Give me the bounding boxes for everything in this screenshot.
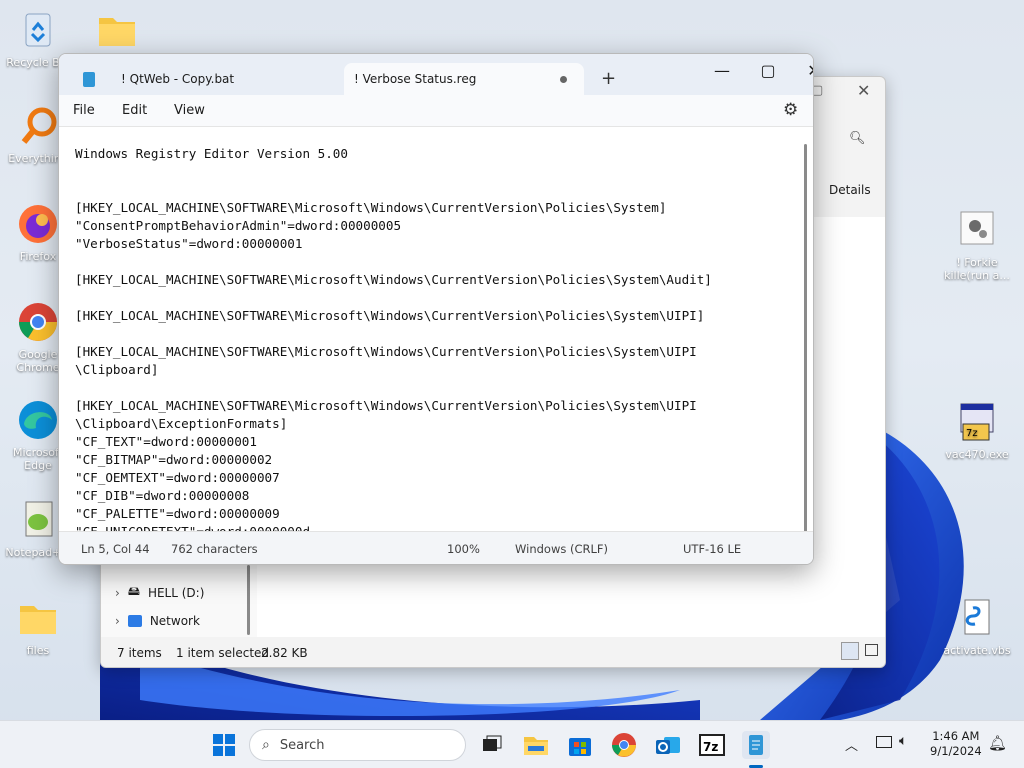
desktop-icon-folder-top[interactable]: [84, 8, 150, 56]
notepad-menu-bar: File Edit View ⚙: [59, 95, 813, 127]
network-status-icon[interactable]: [876, 736, 892, 748]
cursor-position[interactable]: Ln 5, Col 44: [81, 542, 150, 556]
search-icon: ⌕: [262, 737, 270, 753]
task-view-icon[interactable]: [478, 731, 506, 759]
taskbar-search-box[interactable]: ⌕ Search: [249, 729, 466, 761]
minimize-button[interactable]: —: [699, 54, 745, 86]
tab-qtweb-copy-bat[interactable]: ! QtWeb - Copy.bat: [69, 63, 345, 95]
svg-text:7z: 7z: [966, 428, 978, 439]
notepad-taskbar-icon[interactable]: [742, 731, 770, 759]
editor-content[interactable]: Windows Registry Editor Version 5.00 [HK…: [75, 145, 712, 533]
settings-gear-icon[interactable]: ⚙: [783, 100, 798, 120]
file-explorer-taskbar-icon[interactable]: [522, 731, 550, 759]
new-tab-button[interactable]: +: [601, 68, 616, 89]
clock-date: 9/1/2024: [930, 744, 982, 758]
everything-search-icon: [16, 104, 60, 148]
clock-time: 1:46 AM: [932, 729, 980, 743]
folder-icon: [95, 8, 139, 52]
editor-scrollbar[interactable]: [804, 144, 807, 534]
maximize-button[interactable]: ▢: [745, 54, 791, 86]
nav-item-drive-d[interactable]: › 🖴︎ HELL (D:): [115, 582, 204, 603]
chevron-up-icon[interactable]: ︿: [845, 735, 858, 754]
explorer-close-button[interactable]: ✕: [857, 81, 881, 105]
tiles-view-icon[interactable]: [865, 644, 878, 656]
explorer-status-bar: 7 items 1 item selected 2.82 KB: [101, 637, 885, 667]
selection-count: 1 item selected: [176, 646, 270, 660]
chevron-right-icon: ›: [115, 585, 120, 600]
drive-icon: 🖴︎: [127, 584, 140, 598]
selection-size: 2.82 KB: [261, 646, 308, 660]
network-icon: [127, 615, 142, 627]
menu-edit[interactable]: Edit: [122, 103, 147, 118]
menu-file[interactable]: File: [73, 103, 95, 118]
details-pane-icon: [813, 184, 823, 196]
unsaved-dot-icon[interactable]: [560, 76, 567, 83]
folder-icon: [16, 596, 60, 640]
desktop-icon-files[interactable]: files: [5, 596, 71, 657]
firefox-icon: [16, 202, 60, 246]
notepad-file-icon: [83, 71, 95, 87]
chrome-taskbar-icon[interactable]: [610, 731, 638, 759]
taskbar: ⌕ Search 7z ︿ 🔈︎ 1:46 AM 9/1/2024 🔔︎: [0, 720, 1024, 768]
notepad-status-bar: Ln 5, Col 44 762 characters 100% Windows…: [59, 531, 813, 564]
menu-view[interactable]: View: [174, 103, 205, 118]
settings-file-icon: [955, 208, 999, 252]
notification-bell-icon[interactable]: 🔔︎: [988, 734, 1007, 752]
recycle-bin-icon: [16, 8, 60, 52]
details-view-icon[interactable]: [841, 642, 859, 660]
chevron-right-icon: ›: [115, 614, 120, 628]
desktop-icon-activate[interactable]: activate.vbs: [940, 596, 1014, 657]
explorer-details-button[interactable]: Details: [813, 183, 871, 197]
7zip-icon[interactable]: 7z: [698, 731, 726, 759]
edge-icon: [16, 398, 60, 442]
nav-item-network[interactable]: › Network: [115, 614, 200, 628]
explorer-nav-scrollbar[interactable]: [247, 565, 250, 635]
close-button[interactable]: ✕: [791, 54, 813, 86]
notepadpp-icon: [16, 498, 60, 542]
outlook-icon[interactable]: [654, 731, 682, 759]
volume-icon[interactable]: 🔈︎: [899, 733, 907, 749]
explorer-search-icon[interactable]: 🔍︎: [849, 131, 866, 146]
installer-icon: 7z: [955, 400, 999, 444]
line-ending[interactable]: Windows (CRLF): [515, 542, 608, 556]
text-editor[interactable]: Windows Registry Editor Version 5.00 [HK…: [59, 127, 813, 533]
microsoft-store-icon[interactable]: [566, 731, 594, 759]
character-count: 762 characters: [171, 542, 258, 556]
svg-text:7z: 7z: [703, 740, 718, 754]
zoom-level[interactable]: 100%: [447, 542, 480, 556]
explorer-maximize-button[interactable]: ▢: [811, 83, 841, 105]
item-count: 7 items: [117, 646, 162, 660]
chrome-icon: [16, 300, 60, 344]
start-button[interactable]: [210, 731, 238, 759]
script-icon: [955, 596, 999, 640]
desktop-icon-vac470[interactable]: 7z vac470.exe: [940, 400, 1014, 461]
desktop-icon-forkie[interactable]: ! Forkie kille(run a...: [940, 208, 1014, 282]
taskbar-clock[interactable]: 1:46 AM 9/1/2024: [930, 729, 982, 759]
notepad-tab-bar: ! QtWeb - Copy.bat ! Verbose Status.reg …: [59, 54, 813, 95]
encoding[interactable]: UTF-16 LE: [683, 542, 741, 556]
notepad-window[interactable]: ! QtWeb - Copy.bat ! Verbose Status.reg …: [58, 53, 814, 565]
tab-verbose-status-reg[interactable]: ! Verbose Status.reg: [344, 63, 584, 95]
